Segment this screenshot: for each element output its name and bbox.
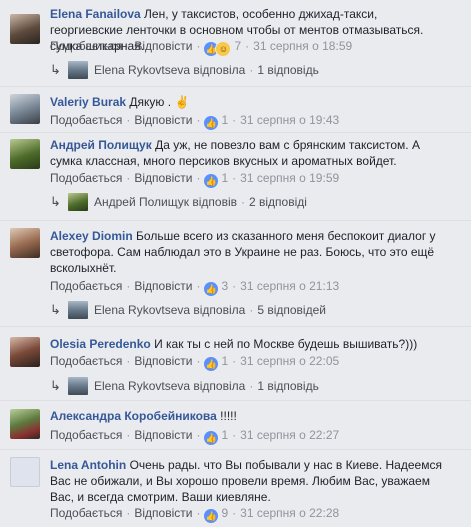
timestamp[interactable]: 31 серпня о 22:27 — [240, 428, 339, 442]
reply-arrow-icon: ↳ — [50, 302, 61, 317]
timestamp[interactable]: 31 серпня о 21:13 — [240, 279, 339, 293]
reply-button[interactable]: Відповісти — [134, 428, 192, 442]
reply-avatar — [68, 61, 88, 79]
reply-author: Elena Rykovtseva відповіла — [94, 303, 246, 317]
like-icon: 👍 — [204, 431, 219, 445]
reply-count: 2 відповіді — [248, 195, 307, 209]
timestamp[interactable]: 31 серпня о 22:28 — [240, 506, 339, 520]
timestamp[interactable]: 31 серпня о 22:05 — [240, 354, 339, 368]
comment: Александра Коробейникова !!!!! Подобаєть… — [0, 405, 471, 445]
divider — [0, 326, 471, 327]
like-button[interactable]: Подобається — [50, 113, 122, 127]
reply-button[interactable]: Відповісти — [134, 39, 192, 53]
like-icon: 👍 — [204, 509, 219, 523]
reaction-count: 7 — [234, 39, 242, 53]
reaction-count: 1 — [221, 354, 229, 368]
reply-button[interactable]: Відповісти — [134, 113, 192, 127]
reaction-count: 1 — [221, 171, 229, 185]
like-button[interactable]: Подобається — [50, 279, 122, 293]
timestamp[interactable]: 31 серпня о 19:43 — [240, 113, 339, 127]
like-icon: 👍 — [204, 357, 219, 371]
reply-count: 1 відповідь — [257, 63, 319, 77]
reactions[interactable]: 👍 1 — [204, 171, 229, 188]
avatar[interactable] — [10, 228, 40, 258]
comment-text: И как ты с ней по Москве будешь вышивать… — [154, 337, 418, 351]
view-replies[interactable]: ↳ Андрей Полищук відповів · 2 відповіді — [50, 192, 461, 212]
reply-arrow-icon: ↳ — [50, 62, 61, 77]
divider — [0, 449, 471, 450]
like-icon: 👍 — [204, 282, 219, 296]
reply-avatar — [68, 377, 88, 395]
reply-arrow-icon: ↳ — [50, 194, 61, 209]
like-button[interactable]: Подобається — [50, 39, 122, 53]
reply-button[interactable]: Відповісти — [134, 279, 192, 293]
reactions[interactable]: 👍 ☺ 7 — [204, 39, 242, 57]
divider — [0, 400, 471, 401]
like-icon: 👍 — [204, 174, 219, 188]
timestamp[interactable]: 31 серпня о 18:59 — [253, 39, 352, 53]
reactions[interactable]: 👍 3 — [204, 279, 229, 296]
commenter-name[interactable]: Elena Fanailova — [50, 7, 141, 21]
reply-arrow-icon: ↳ — [50, 378, 61, 393]
divider — [0, 132, 471, 133]
avatar[interactable] — [10, 337, 40, 367]
victory-hand-icon: ✌ — [174, 95, 190, 109]
commenter-name[interactable]: Lena Antohin — [50, 458, 126, 472]
comment: Андрей Полищук Да уж, не повезло вам с б… — [0, 137, 471, 217]
reactions[interactable]: 👍 1 — [204, 428, 229, 445]
reactions[interactable]: 👍 1 — [204, 354, 229, 371]
reply-button[interactable]: Відповісти — [134, 171, 192, 185]
view-replies[interactable]: ↳ Elena Rykovtseva відповіла · 1 відповідь — [50, 376, 461, 396]
view-replies[interactable]: ↳ Elena Rykovtseva відповіла · 5 відповідей — [50, 300, 461, 320]
view-replies[interactable]: ↳ Elena Rykovtseva відповіла · 1 відповідь — [50, 60, 461, 80]
comment: Valeriy Burak Дякую . ✌ Подобається · Відп… — [0, 92, 471, 132]
divider — [0, 220, 471, 221]
reply-avatar — [68, 301, 88, 319]
comment: Alexey Diomin Больше всего из сказанного… — [0, 226, 471, 322]
commenter-name[interactable]: Olesia Peredenko — [50, 337, 151, 351]
reactions[interactable]: 👍 1 — [204, 113, 229, 130]
like-button[interactable]: Подобається — [50, 506, 122, 520]
comment-text: !!!!! — [220, 409, 237, 423]
avatar[interactable] — [10, 409, 40, 439]
commenter-name[interactable]: Valeriy Burak — [50, 95, 126, 109]
reaction-count: 9 — [221, 506, 229, 520]
comment: Elena Fanailova Лен, у таксистов, особен… — [0, 4, 471, 84]
comment: Olesia Peredenko И как ты с ней по Москв… — [0, 333, 471, 395]
commenter-name[interactable]: Андрей Полищук — [50, 138, 152, 152]
avatar[interactable] — [10, 457, 40, 487]
like-button[interactable]: Подобається — [50, 428, 122, 442]
commenter-name[interactable]: Александра Коробейникова — [50, 409, 217, 423]
comment: Lena Antohin Очень рады. что Вы побывали… — [0, 455, 471, 527]
reply-author: Андрей Полищук відповів — [94, 195, 237, 209]
reply-button[interactable]: Відповісти — [134, 506, 192, 520]
divider — [0, 86, 471, 87]
commenter-name[interactable]: Alexey Diomin — [50, 229, 133, 243]
avatar[interactable] — [10, 94, 40, 124]
reply-button[interactable]: Відповісти — [134, 354, 192, 368]
like-icon: 👍 — [204, 116, 219, 130]
haha-icon: ☺ — [215, 41, 232, 57]
reaction-count: 1 — [221, 428, 229, 442]
avatar[interactable] — [10, 139, 40, 169]
reply-count: 5 відповідей — [257, 303, 326, 317]
like-button[interactable]: Подобається — [50, 354, 122, 368]
like-button[interactable]: Подобається — [50, 171, 122, 185]
reactions[interactable]: 👍 9 — [204, 506, 229, 523]
reaction-count: 3 — [221, 279, 229, 293]
reply-author: Elena Rykovtseva відповіла — [94, 63, 246, 77]
reply-author: Elena Rykovtseva відповіла — [94, 379, 246, 393]
reply-count: 1 відповідь — [257, 379, 319, 393]
reaction-count: 1 — [221, 113, 229, 127]
comment-text: Дякую . — [129, 95, 172, 109]
avatar[interactable] — [10, 14, 40, 44]
timestamp[interactable]: 31 серпня о 19:59 — [240, 171, 339, 185]
reply-avatar — [68, 193, 88, 211]
comments-panel: Elena Fanailova Лен, у таксистов, особен… — [0, 0, 471, 527]
